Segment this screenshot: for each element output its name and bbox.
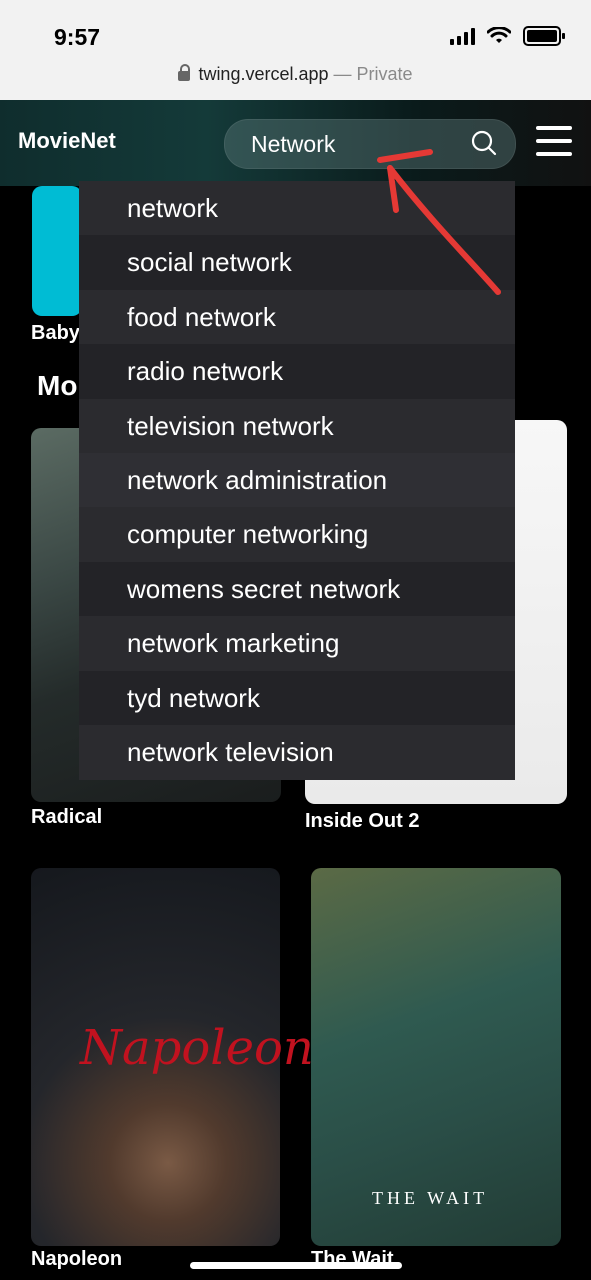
poster-text-napoleon: Napoleon: [80, 1020, 314, 1076]
status-icons: [450, 26, 565, 46]
search-input[interactable]: Network: [251, 131, 335, 158]
suggestion-item[interactable]: womens secret network: [79, 561, 515, 617]
suggestion-item[interactable]: computer networking: [79, 507, 515, 561]
private-mode-label: — Private: [333, 64, 413, 84]
suggestion-item[interactable]: network marketing: [79, 616, 515, 670]
cellular-signal-icon: [450, 27, 475, 45]
suggestion-item[interactable]: radio network: [79, 344, 515, 399]
section-title: Mo: [37, 370, 78, 401]
brand-logo[interactable]: MovieNet: [18, 128, 116, 154]
status-time: 9:57: [54, 24, 101, 50]
lock-icon: [178, 64, 191, 81]
suggestion-item[interactable]: tyd network: [79, 670, 515, 725]
card-title-napoleon[interactable]: Napoleon: [31, 1248, 122, 1271]
card-title-radical[interactable]: Radical: [31, 806, 102, 829]
poster-partial-baby[interactable]: [32, 186, 82, 316]
home-indicator: [190, 1262, 402, 1269]
wifi-icon: [487, 27, 511, 43]
card-title-partial[interactable]: Baby: [31, 322, 80, 345]
battery-icon: [523, 26, 565, 46]
poster-text-the-wait: THE WAIT: [372, 1188, 489, 1208]
ios-status-bar: 9:57 twing.vercel.app — Private: [0, 0, 591, 100]
hamburger-menu-icon[interactable]: [536, 126, 572, 160]
suggestion-item[interactable]: television network: [79, 399, 515, 453]
suggestion-item[interactable]: network administration: [79, 452, 515, 508]
annotation-arrow-icon: [377, 149, 501, 295]
browser-url-bar[interactable]: twing.vercel.app — Private: [0, 64, 591, 85]
suggestion-item[interactable]: network television: [79, 725, 515, 779]
url-text: twing.vercel.app: [198, 64, 329, 84]
card-title-inside-out-2[interactable]: Inside Out 2: [305, 810, 419, 833]
